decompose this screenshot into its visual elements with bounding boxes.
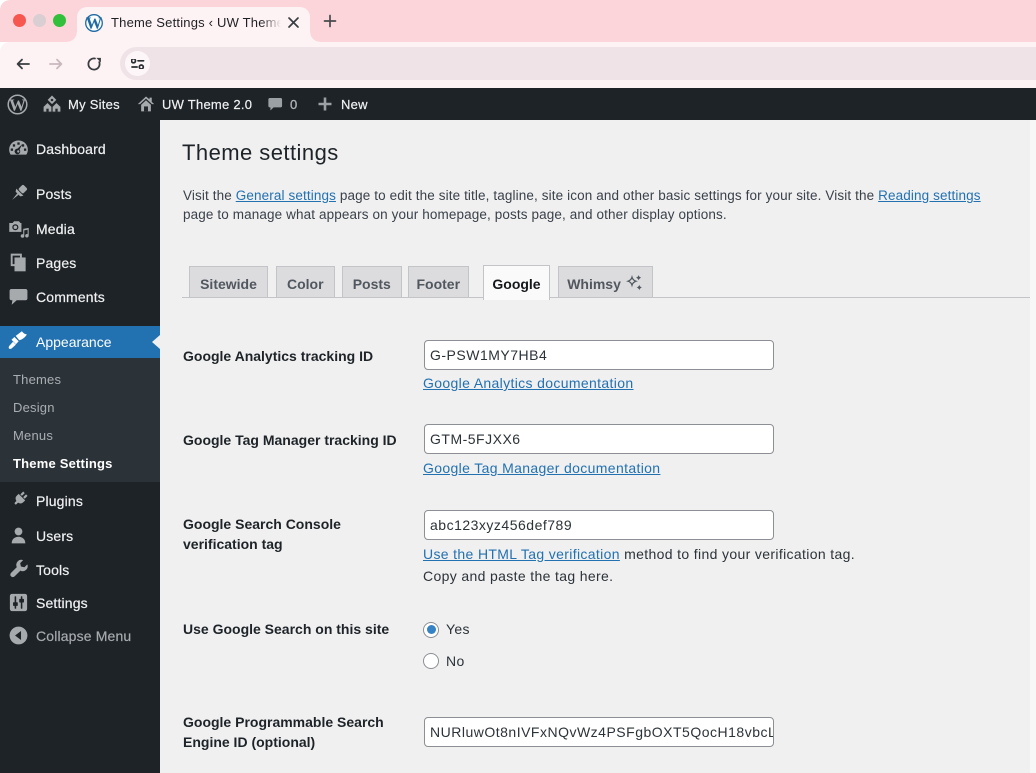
svg-text:W: W: [9, 95, 26, 114]
svg-text:W: W: [86, 14, 103, 32]
